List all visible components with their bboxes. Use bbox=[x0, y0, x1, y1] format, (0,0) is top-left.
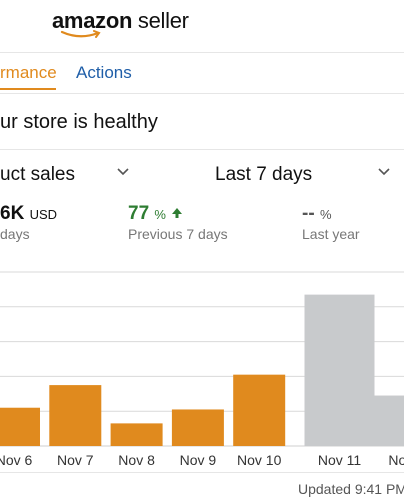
x-tick-label: Nov 9 bbox=[180, 452, 217, 468]
bar-nov-9[interactable] bbox=[171, 409, 224, 446]
x-tick-label: Nov 8 bbox=[118, 452, 155, 468]
growth-unit: % bbox=[154, 207, 166, 222]
amazon-smile-icon bbox=[60, 30, 101, 38]
active-tab-indicator bbox=[0, 88, 56, 90]
last-year-caption: Last year bbox=[302, 226, 360, 242]
tab-actions[interactable]: Actions bbox=[76, 63, 132, 83]
store-health-status: ur store is healthy bbox=[0, 111, 158, 133]
x-tick-label: Nov 6 bbox=[0, 452, 32, 468]
last-year-value: -- % bbox=[302, 203, 332, 225]
tab-performance[interactable]: rmance bbox=[0, 63, 57, 83]
bar-nov-6[interactable] bbox=[0, 407, 40, 446]
period-selector[interactable]: Last 7 days bbox=[215, 164, 312, 186]
last-year-unit: % bbox=[319, 207, 332, 222]
logo-product: seller bbox=[137, 8, 189, 33]
chevron-down-icon[interactable] bbox=[377, 167, 391, 177]
header-divider bbox=[0, 52, 404, 53]
sales-amount: 6K bbox=[0, 203, 25, 224]
sales-bar-chart: Nov 6 Nov 7 Nov 8 Nov 9 Nov 10 Nov 11 Nov bbox=[0, 271, 404, 468]
growth-value: 77 % bbox=[128, 203, 183, 225]
arrow-up-icon bbox=[172, 208, 183, 218]
growth-amount: 77 bbox=[128, 203, 150, 224]
chevron-down-icon[interactable] bbox=[116, 167, 130, 177]
footer-divider bbox=[0, 472, 404, 473]
bar-nov-7[interactable] bbox=[49, 385, 102, 446]
tabs-divider bbox=[0, 93, 404, 94]
bar-nov-11[interactable] bbox=[304, 294, 375, 446]
x-tick-label: Nov 10 bbox=[237, 452, 282, 468]
health-divider bbox=[0, 149, 404, 150]
last-year-amount: -- bbox=[302, 203, 315, 224]
x-tick-label: Nov bbox=[388, 452, 404, 468]
bar-nov-10[interactable] bbox=[233, 374, 286, 446]
sales-caption: days bbox=[0, 226, 30, 242]
x-tick-label: Nov 11 bbox=[318, 452, 362, 468]
x-tick-label: Nov 7 bbox=[57, 452, 94, 468]
growth-caption: Previous 7 days bbox=[128, 226, 228, 242]
metric-selector[interactable]: uct sales bbox=[0, 164, 75, 186]
sales-value: 6K USD bbox=[0, 203, 57, 225]
sales-unit: USD bbox=[29, 207, 58, 222]
bar-nov[interactable] bbox=[365, 395, 404, 446]
bar-nov-8[interactable] bbox=[110, 423, 163, 446]
last-updated-text: Updated 9:41 PM bbox=[298, 481, 404, 497]
